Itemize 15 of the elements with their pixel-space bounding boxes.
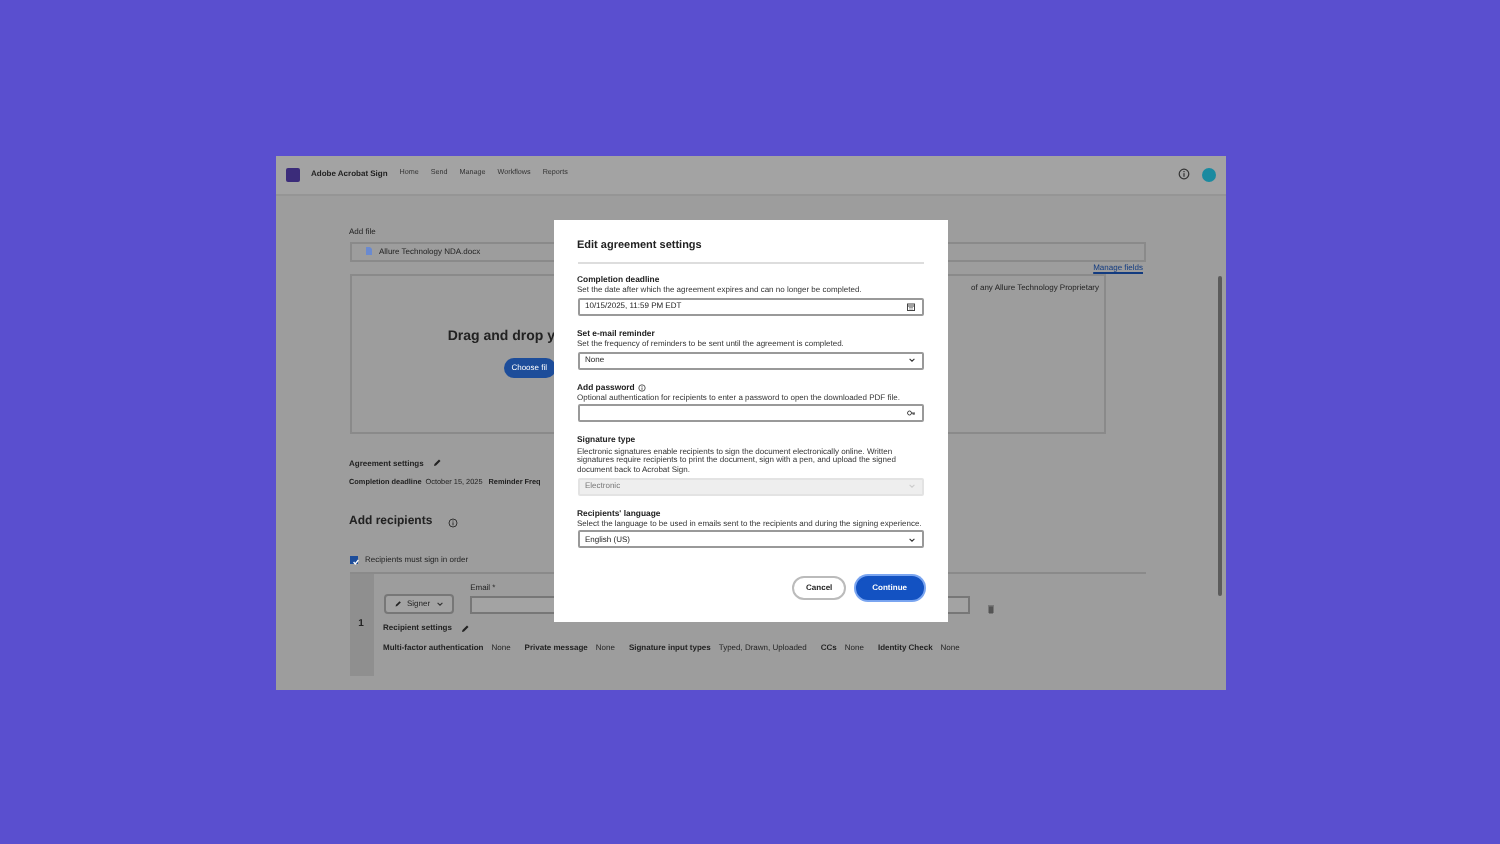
scrollbar-thumb[interactable] [1218, 275, 1222, 595]
password-field[interactable] [577, 404, 923, 423]
key-icon [905, 408, 915, 419]
help-icon[interactable] [1177, 168, 1189, 180]
app-logo-icon [285, 167, 299, 181]
info-icon[interactable] [638, 383, 647, 392]
caret-icon [436, 600, 445, 609]
pen-icon [393, 600, 401, 609]
trash-icon[interactable] [986, 604, 997, 615]
calendar-icon [905, 301, 915, 312]
pencil-icon[interactable] [431, 458, 442, 468]
checkbox[interactable] [349, 556, 357, 565]
info-icon [448, 518, 459, 529]
pencil-icon[interactable] [459, 623, 470, 634]
document-icon [363, 246, 373, 256]
